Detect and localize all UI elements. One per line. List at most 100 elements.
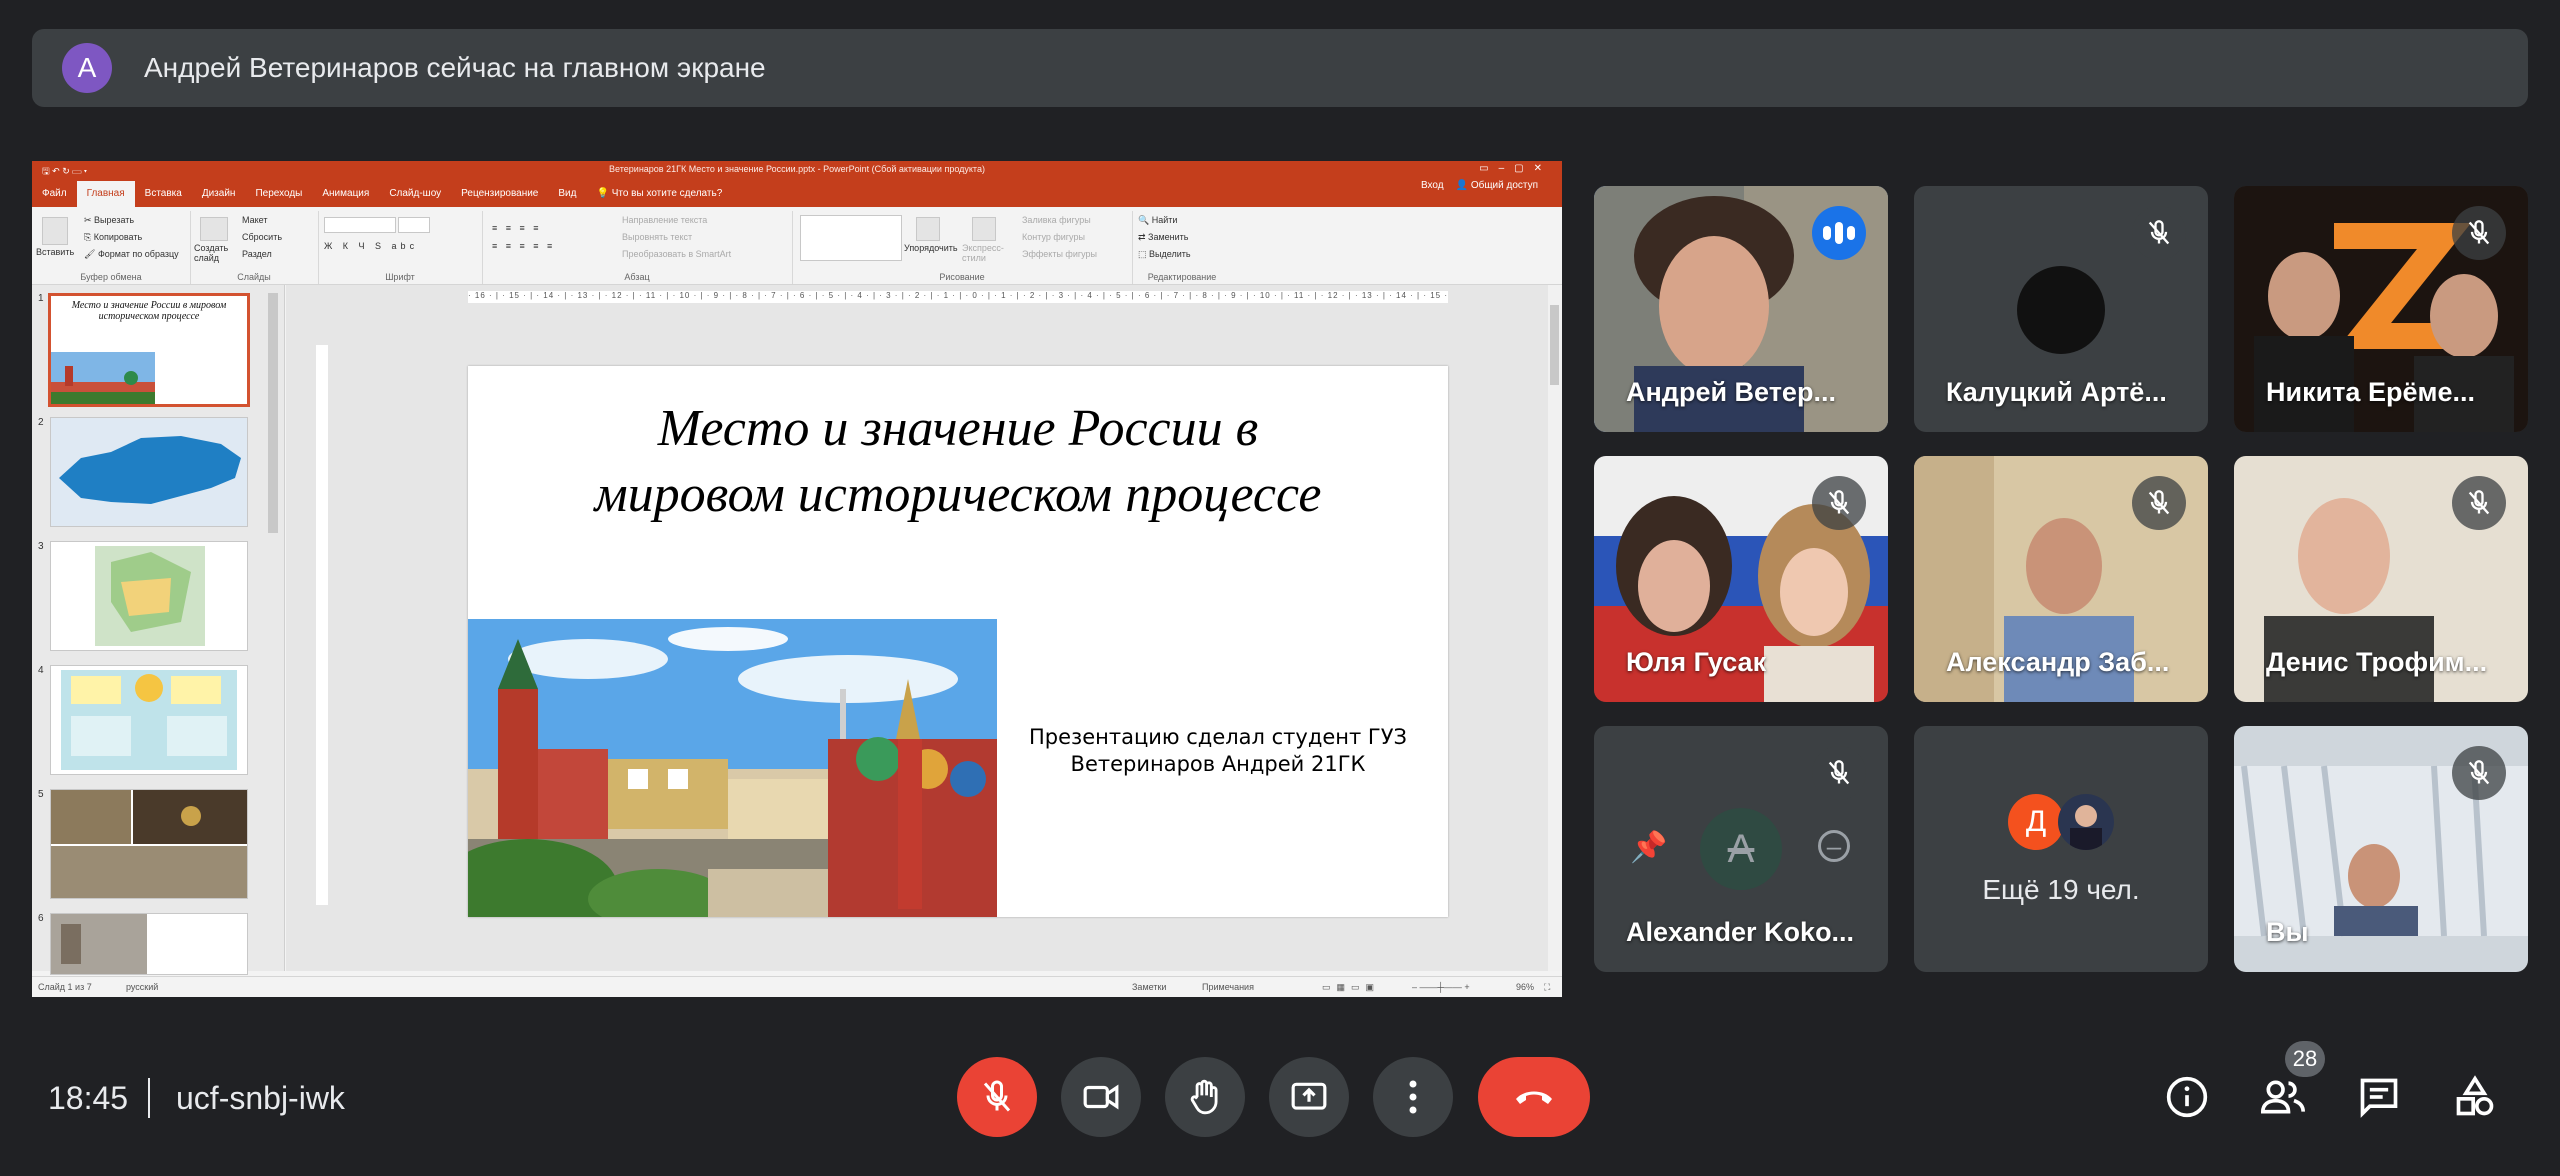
- canvas-scrollbar[interactable]: [1548, 285, 1562, 971]
- text-direction-button[interactable]: Направление текста: [622, 215, 707, 225]
- quick-styles-icon[interactable]: [972, 217, 996, 241]
- more-vert-icon: [1409, 1080, 1417, 1114]
- font-group-label: Шрифт: [385, 272, 415, 282]
- window-controls[interactable]: ▭–▢✕: [1479, 163, 1552, 174]
- fit-slide-icon[interactable]: ⛶: [1544, 982, 1550, 993]
- font-size-box[interactable]: [398, 217, 430, 233]
- thumbs-scrollbar[interactable]: [268, 293, 278, 533]
- find-button[interactable]: 🔍 Найти: [1138, 215, 1177, 226]
- thumb-street-image: [51, 914, 147, 974]
- cut-button[interactable]: ✂ Вырезать: [84, 215, 134, 226]
- format-painter-button[interactable]: 🖌 Формат по образцу: [84, 249, 179, 260]
- account-area[interactable]: Вход 👤 Общий доступ: [1411, 180, 1548, 199]
- participant-tile[interactable]: Никита Ерёме...: [2234, 186, 2528, 432]
- section-button[interactable]: Раздел: [242, 249, 272, 259]
- zoom-level[interactable]: 96%: [1516, 982, 1534, 992]
- kremlin-photo: [468, 619, 997, 917]
- paste-icon[interactable]: [42, 217, 68, 245]
- shape-fill-button[interactable]: Заливка фигуры: [1022, 215, 1091, 225]
- chat-button[interactable]: [2354, 1072, 2404, 1122]
- new-slide-button[interactable]: Создать слайд: [194, 243, 238, 263]
- tab-transitions[interactable]: Переходы: [245, 188, 312, 207]
- people-button[interactable]: [2258, 1072, 2308, 1122]
- slide-thumbnail-2[interactable]: [50, 417, 248, 527]
- language-indicator[interactable]: русский: [126, 982, 158, 992]
- participant-tile[interactable]: Андрей Ветер...: [1594, 186, 1888, 432]
- participant-tile[interactable]: Вы: [2234, 726, 2528, 972]
- activities-button[interactable]: [2450, 1072, 2500, 1122]
- quick-styles-button[interactable]: Экспресс-стили: [962, 243, 1008, 263]
- raise-hand-button[interactable]: [1165, 1057, 1245, 1137]
- participant-tile[interactable]: A 📌 – Alexander Koko...: [1594, 726, 1888, 972]
- tell-me-box[interactable]: 💡 Что вы хотите сделать?: [586, 188, 732, 207]
- shared-screen[interactable]: 🖫 ↶ ↻ ▭ ▾ Ветеринаров 21ГК Место и значе…: [32, 161, 1562, 997]
- current-slide[interactable]: Место и значение России в мировом истори…: [468, 366, 1448, 917]
- align-text-button[interactable]: Выровнять текст: [622, 232, 692, 242]
- remove-icon[interactable]: –: [1818, 830, 1850, 862]
- mic-off-icon: [2452, 206, 2506, 260]
- tab-home[interactable]: Главная: [76, 181, 135, 207]
- share-button[interactable]: Общий доступ: [1471, 180, 1538, 191]
- new-slide-icon[interactable]: [200, 217, 228, 241]
- participant-tile[interactable]: Денис Трофим...: [2234, 456, 2528, 702]
- tab-review[interactable]: Рецензирование: [451, 188, 548, 207]
- slide-thumbnail-5[interactable]: [50, 789, 248, 899]
- font-name-box[interactable]: [324, 217, 396, 233]
- arrange-icon[interactable]: [916, 217, 940, 241]
- more-participants-tile[interactable]: Д Ещё 19 чел.: [1914, 726, 2208, 972]
- editing-group: 🔍 Найти ⇄ Заменить ⬚ Выделить Редактиров…: [1132, 211, 1232, 284]
- ppt-titlebar: 🖫 ↶ ↻ ▭ ▾ Ветеринаров 21ГК Место и значе…: [32, 161, 1562, 179]
- tab-design[interactable]: Дизайн: [192, 188, 246, 207]
- mic-off-icon: [983, 1080, 1011, 1112]
- slide-subtitle[interactable]: Презентацию сделал студент ГУЗ Ветеринар…: [1028, 724, 1408, 778]
- drawing-group-label: Рисование: [939, 272, 985, 282]
- reset-button[interactable]: Сбросить: [242, 232, 282, 242]
- arrange-button[interactable]: Упорядочить: [904, 243, 958, 253]
- tab-insert[interactable]: Вставка: [135, 188, 192, 207]
- more-options-button[interactable]: [1373, 1057, 1453, 1137]
- tab-animations[interactable]: Анимация: [312, 188, 379, 207]
- activities-icon: [2456, 1075, 2494, 1116]
- participant-tile[interactable]: Калуцкий Артё...: [1914, 186, 2208, 432]
- present-screen-button[interactable]: [1269, 1057, 1349, 1137]
- slide-thumbnail-6[interactable]: [50, 913, 248, 975]
- notes-button[interactable]: Заметки: [1132, 982, 1166, 992]
- select-button[interactable]: ⬚ Выделить: [1138, 249, 1191, 260]
- slide-thumbnail-1[interactable]: Место и значение России в мировом истори…: [48, 293, 250, 407]
- comments-button[interactable]: Примечания: [1202, 982, 1254, 992]
- meeting-info-button[interactable]: [2162, 1072, 2212, 1122]
- font-format-buttons[interactable]: Ж К Ч S abc: [324, 241, 418, 251]
- shape-outline-button[interactable]: Контур фигуры: [1022, 232, 1085, 242]
- slide-thumbnail-4[interactable]: [50, 665, 248, 775]
- tab-slideshow[interactable]: Слайд-шоу: [379, 188, 451, 207]
- tab-file[interactable]: Файл: [32, 188, 77, 207]
- slide-thumbnail-3[interactable]: [50, 541, 248, 651]
- participant-tile[interactable]: Александр Заб...: [1914, 456, 2208, 702]
- tab-view[interactable]: Вид: [548, 188, 586, 207]
- pin-icon[interactable]: 📌: [1630, 830, 1667, 865]
- slide-title[interactable]: Место и значение России в мировом истори…: [568, 396, 1348, 528]
- slide-counter: Слайд 1 из 7: [38, 982, 92, 992]
- sign-in-link[interactable]: Вход: [1421, 180, 1456, 191]
- layout-button[interactable]: Макет: [242, 215, 267, 225]
- end-call-button[interactable]: [1478, 1057, 1590, 1137]
- list-buttons[interactable]: ≡ ≡ ≡ ≡: [492, 223, 542, 233]
- replace-label: Заменить: [1148, 232, 1189, 242]
- shapes-gallery[interactable]: [800, 215, 902, 261]
- slide-thumbnails-pane: 1 Место и значение России в мировом исто…: [32, 285, 285, 975]
- participant-avatar: [2058, 794, 2114, 850]
- vertical-ruler: [316, 345, 328, 905]
- present-icon: [1291, 1082, 1327, 1110]
- view-buttons[interactable]: ▭▦▭▣: [1322, 982, 1380, 993]
- copy-button[interactable]: ⎘ Копировать: [84, 232, 142, 243]
- smartart-button[interactable]: Преобразовать в SmartArt: [622, 249, 731, 259]
- camera-toggle-button[interactable]: [1061, 1057, 1141, 1137]
- replace-button[interactable]: ⇄ Заменить: [1138, 232, 1189, 243]
- align-buttons[interactable]: ≡ ≡ ≡ ≡ ≡: [492, 241, 555, 251]
- zoom-slider[interactable]: – ——┼—— +: [1412, 982, 1470, 992]
- scroll-thumb[interactable]: [1550, 305, 1559, 385]
- mic-toggle-button[interactable]: [957, 1057, 1037, 1137]
- shape-effects-button[interactable]: Эффекты фигуры: [1022, 249, 1097, 259]
- paste-button[interactable]: Вставить: [36, 247, 74, 257]
- participant-tile[interactable]: Юля Гусак: [1594, 456, 1888, 702]
